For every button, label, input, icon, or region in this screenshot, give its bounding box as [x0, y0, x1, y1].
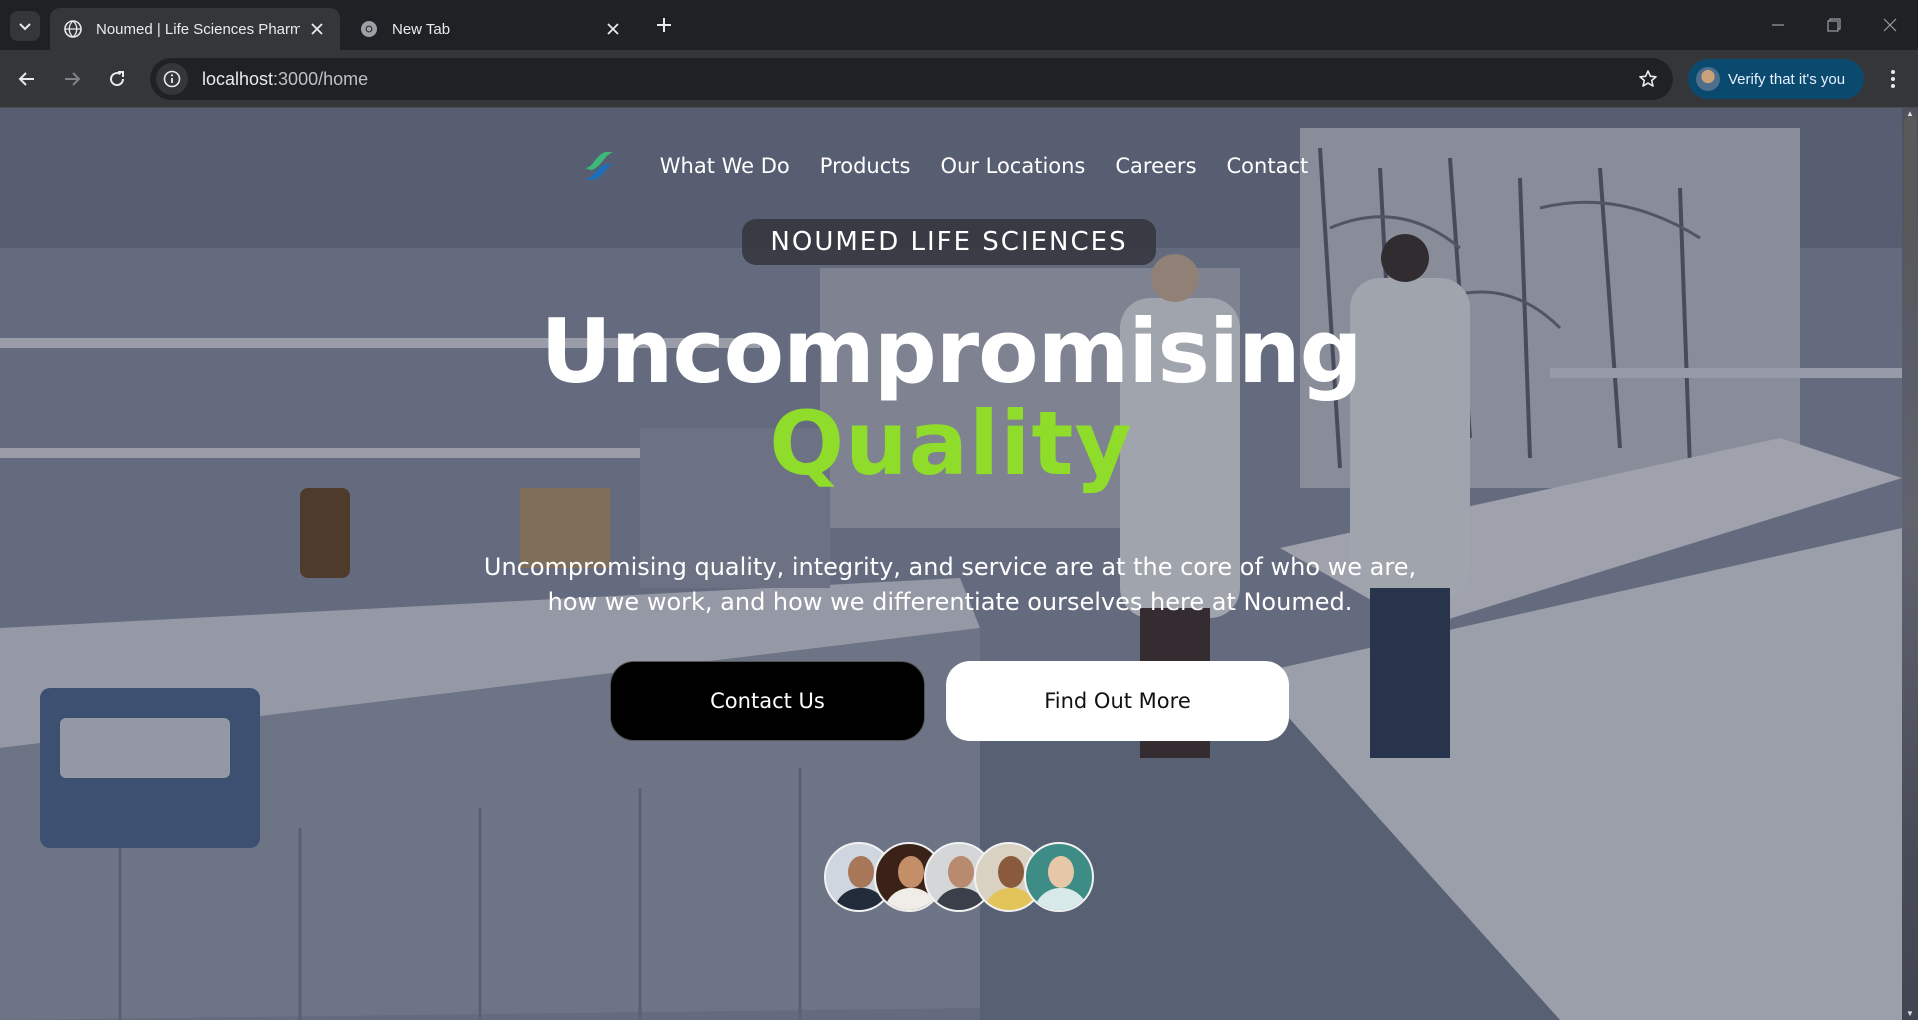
browser-toolbar: localhost:3000/home Verify that it's you [0, 50, 1918, 108]
avatar [1024, 842, 1094, 912]
nav-link-what-we-do[interactable]: What We Do [660, 154, 790, 178]
nav-link-our-locations[interactable]: Our Locations [940, 154, 1085, 178]
bookmark-button[interactable] [1633, 64, 1663, 94]
address-bar[interactable]: localhost:3000/home [150, 58, 1673, 100]
url-host: localhost [202, 68, 274, 89]
reload-button[interactable] [102, 64, 132, 94]
back-button[interactable] [12, 64, 42, 94]
avatar-head [848, 856, 874, 888]
minimize-button[interactable] [1760, 10, 1796, 40]
nav-link-careers[interactable]: Careers [1115, 154, 1196, 178]
profile-avatar [1696, 67, 1720, 91]
noumed-logo-icon[interactable] [579, 146, 619, 186]
minimize-icon [1772, 24, 1784, 26]
close-window-button[interactable] [1872, 10, 1908, 40]
kebab-menu-icon [1891, 70, 1895, 88]
close-icon[interactable] [604, 20, 622, 38]
avatar-body [1034, 888, 1088, 910]
find-out-more-button[interactable]: Find Out More [946, 661, 1289, 741]
forward-button[interactable] [57, 64, 87, 94]
site-navigation: What We Do Products Our Locations Career… [0, 146, 1902, 186]
globe-icon [64, 20, 82, 38]
hero-subtext: Uncompromising quality, integrity, and s… [430, 550, 1470, 620]
url-path: :3000/home [273, 68, 369, 89]
restore-icon [1827, 18, 1841, 32]
headline-line-1: Uncompromising [540, 300, 1362, 403]
team-avatar-group [824, 842, 1094, 914]
tab-title: New Tab [392, 20, 451, 38]
avatar-head [948, 856, 974, 888]
page-scrollbar[interactable]: ▲ ▼ [1902, 108, 1918, 1020]
browser-menu-button[interactable] [1878, 64, 1908, 94]
company-badge: NOUMED LIFE SCIENCES [742, 219, 1156, 265]
chevron-down-icon [19, 23, 31, 31]
tab-search-button[interactable] [10, 11, 40, 41]
reload-icon [110, 71, 125, 87]
verify-label: Verify that it's you [1728, 70, 1846, 88]
browser-tab-strip: Noumed | Life Sciences Pharma New Tab [0, 0, 1918, 50]
plus-icon [657, 18, 671, 32]
avatar-head [1048, 856, 1074, 888]
subtext-line-2: how we work, and how we differentiate ou… [547, 588, 1353, 616]
new-tab-button[interactable] [651, 12, 677, 38]
close-icon [1883, 18, 1897, 32]
avatar-head [998, 856, 1024, 888]
avatar-head [898, 856, 924, 888]
hero-headline: Uncompromising Quality [0, 306, 1902, 490]
scrollbar-thumb[interactable] [1904, 116, 1916, 306]
headline-line-2: Quality [769, 392, 1133, 495]
arrow-right-icon [65, 72, 81, 86]
subtext-line-1: Uncompromising quality, integrity, and s… [483, 553, 1417, 581]
close-icon[interactable] [308, 20, 326, 38]
tab-new-tab[interactable]: New Tab [346, 8, 636, 50]
tab-noumed[interactable]: Noumed | Life Sciences Pharma [50, 8, 340, 50]
nav-link-contact[interactable]: Contact [1227, 154, 1309, 178]
verify-identity-button[interactable]: Verify that it's you [1688, 59, 1864, 99]
restore-button[interactable] [1816, 10, 1852, 40]
site-info-button[interactable] [156, 63, 188, 95]
star-icon [1639, 70, 1657, 87]
arrow-left-icon [18, 72, 34, 86]
chrome-icon [361, 21, 377, 37]
page-viewport: What We Do Products Our Locations Career… [0, 108, 1918, 1020]
contact-us-button[interactable]: Contact Us [610, 661, 925, 741]
tab-title: Noumed | Life Sciences Pharma [96, 20, 300, 38]
url-text: localhost:3000/home [202, 69, 368, 90]
info-icon [163, 70, 181, 88]
scroll-down-icon[interactable]: ▼ [1905, 1010, 1915, 1018]
nav-link-products[interactable]: Products [820, 154, 911, 178]
